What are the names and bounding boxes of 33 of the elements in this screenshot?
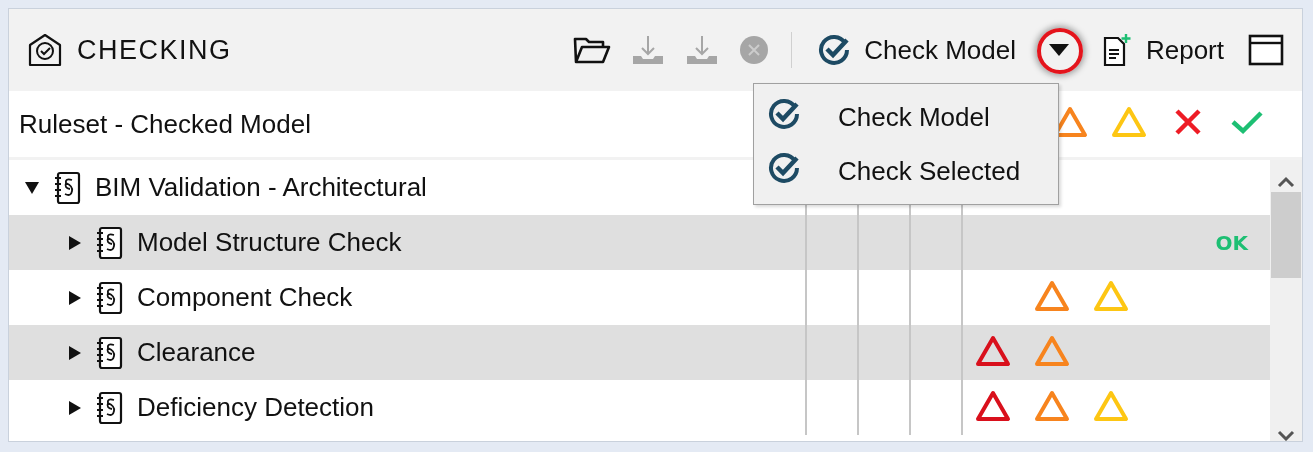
tree-item-label[interactable]: Model Structure Check <box>137 227 402 258</box>
rulebook-icon <box>95 390 123 425</box>
caret-icon <box>1048 44 1069 56</box>
document-add-icon <box>1101 33 1132 67</box>
expand-arrow-icon[interactable] <box>69 400 81 415</box>
tree-item-label[interactable]: BIM Validation - Architectural <box>95 172 427 203</box>
scrollbar-thumb[interactable] <box>1271 192 1301 278</box>
panel-title: CHECKING <box>77 34 232 66</box>
rulebook-icon <box>95 335 123 370</box>
expand-arrow-icon[interactable] <box>69 235 81 250</box>
status-label: OK <box>1215 231 1248 255</box>
check-circle-icon <box>818 34 851 66</box>
check-circle-icon <box>768 151 800 184</box>
expand-arrow-icon[interactable] <box>69 290 81 305</box>
rulebook-icon <box>95 280 123 315</box>
folder-icon[interactable] <box>573 35 612 65</box>
expand-arrow-icon[interactable] <box>69 345 81 360</box>
tree-item-label[interactable]: Deficiency Detection <box>137 392 374 423</box>
window-icon[interactable] <box>1248 34 1284 66</box>
menu-item[interactable]: Check Model <box>754 90 1058 144</box>
rulebook-icon <box>53 170 81 205</box>
scroll-down-icon[interactable] <box>1277 430 1295 441</box>
check-model-button[interactable]: Check Model <box>814 32 1020 68</box>
tree-item-label[interactable]: Component Check <box>137 282 353 313</box>
collapse-arrow-icon[interactable] <box>25 181 39 194</box>
column-header: Ruleset - Checked Model <box>19 108 311 140</box>
report-button[interactable]: Report <box>1097 31 1228 69</box>
scroll-up-icon[interactable] <box>1277 176 1295 188</box>
tree-item-label[interactable]: Clearance <box>137 337 256 368</box>
check-circle-icon <box>768 97 800 130</box>
menu-item[interactable]: Check Selected <box>754 144 1058 198</box>
checking-icon <box>27 32 63 68</box>
rulebook-icon <box>95 225 123 260</box>
